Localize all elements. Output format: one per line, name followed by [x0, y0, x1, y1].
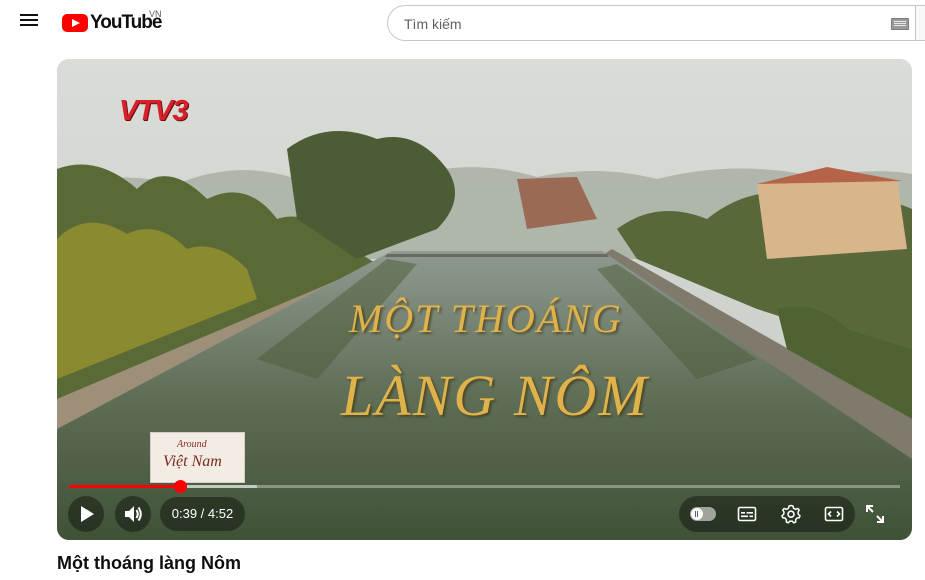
volume-button[interactable] [115, 496, 151, 532]
around-vietnam-stamp: Around Việt Nam [150, 432, 245, 483]
progress-bar[interactable] [69, 480, 900, 493]
search-button[interactable] [915, 5, 925, 41]
volume-icon [125, 506, 142, 522]
country-code: VN [149, 9, 162, 19]
miniplayer-icon[interactable] [824, 504, 844, 524]
search-input[interactable] [402, 6, 866, 42]
youtube-logo-icon [62, 14, 88, 32]
stamp-top-text: Around [177, 439, 207, 450]
subtitles-icon[interactable] [737, 504, 757, 524]
play-icon[interactable] [68, 496, 104, 532]
settings-icon[interactable] [781, 504, 801, 524]
top-bar: YouTube VN [0, 0, 925, 46]
keyboard-icon[interactable] [891, 18, 909, 30]
stamp-bottom-text: Việt Nam [163, 453, 222, 470]
right-controls [679, 496, 855, 532]
fullscreen-icon[interactable] [864, 503, 886, 525]
overlay-title-line2: LÀNG NÔM [341, 363, 649, 428]
time-display: 0:39 / 4:52 [160, 497, 245, 531]
autoplay-toggle-icon[interactable] [690, 507, 716, 521]
youtube-logo[interactable]: YouTube [62, 12, 162, 34]
video-title: Một thoáng làng Nôm [57, 553, 241, 573]
progress-played [69, 485, 181, 488]
overlay-title-line1: MỘT THOÁNG [349, 296, 623, 341]
video-player[interactable]: VTV3 MỘT THOÁNG LÀNG NÔM Around Việt Nam… [57, 59, 912, 540]
channel-logo: VTV3 [119, 95, 189, 127]
menu-icon[interactable] [18, 12, 40, 32]
search-box [387, 5, 915, 42]
